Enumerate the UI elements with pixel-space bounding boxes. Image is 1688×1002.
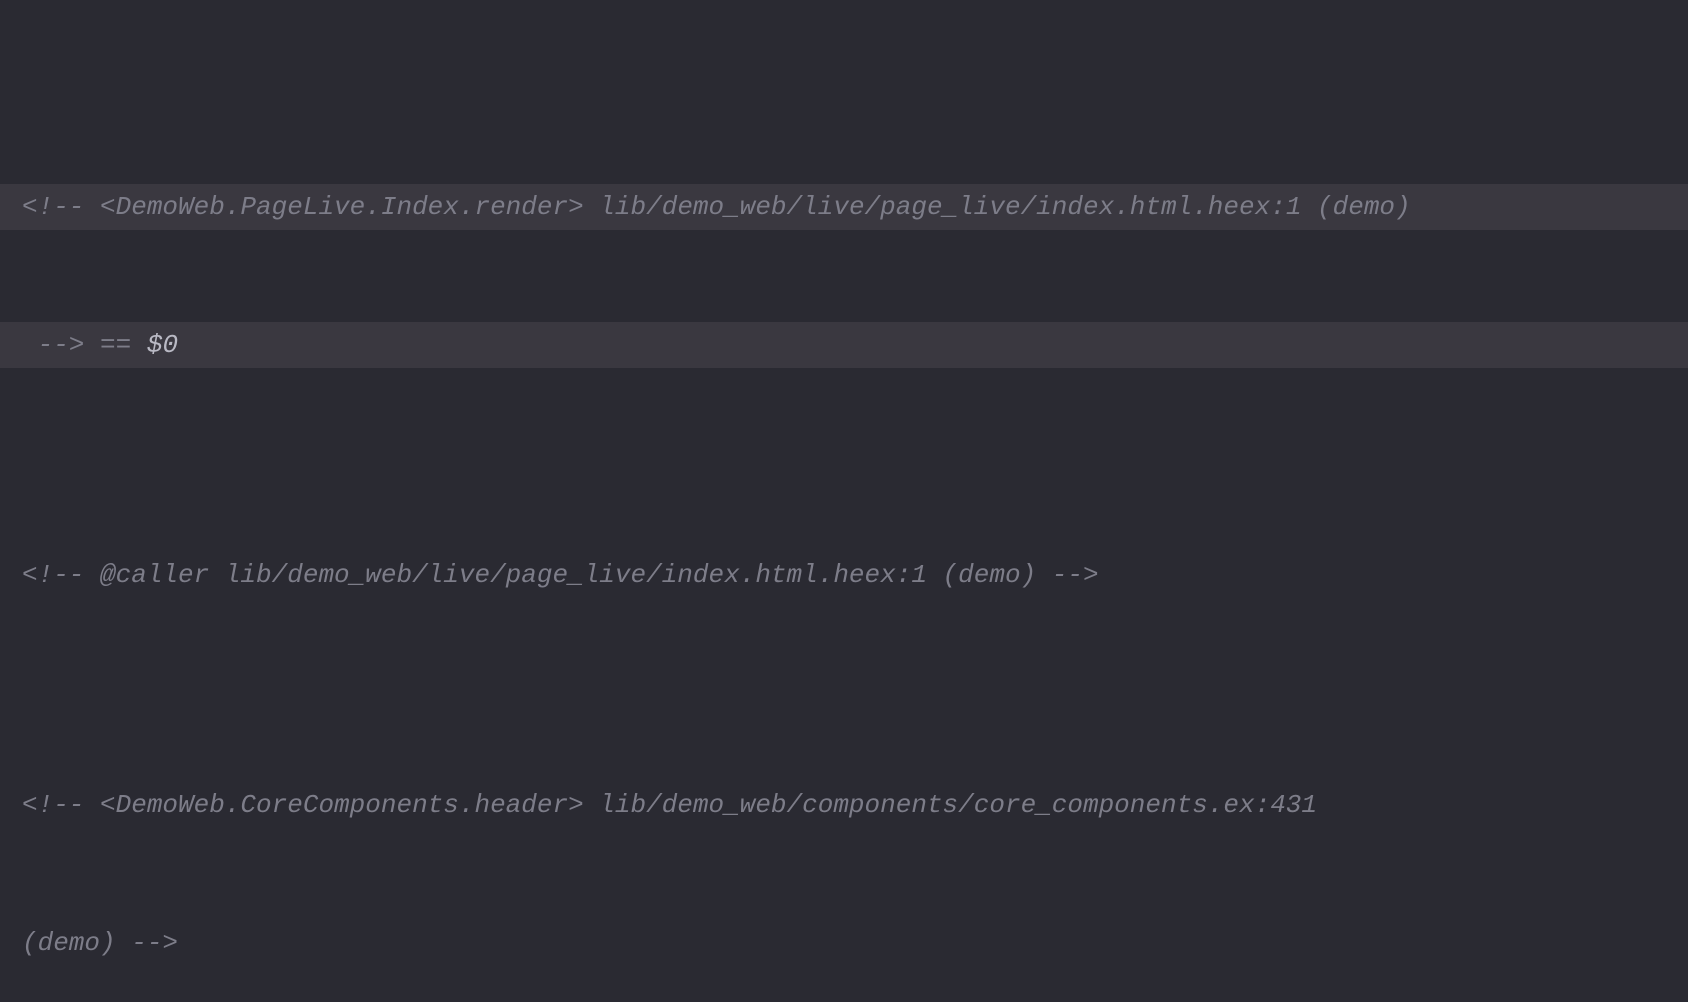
dollar-zero: $0: [147, 330, 178, 360]
dom-inspector-panel: <!-- <DemoWeb.PageLive.Index.render> lib…: [0, 0, 1688, 1002]
module-name: <DemoWeb.PageLive.Index.render>: [100, 192, 584, 222]
comment-open: <!--: [22, 192, 100, 222]
source-path: lib/demo_web/live/page_live/index.html.h…: [584, 192, 1411, 222]
selected-node-line-2[interactable]: --> == $0: [0, 322, 1688, 368]
header-component-comment-2[interactable]: (demo) -->: [0, 920, 1688, 966]
header-component-comment-1[interactable]: <!-- <DemoWeb.CoreComponents.header> lib…: [0, 782, 1688, 828]
equals: ==: [84, 330, 146, 360]
caller-comment-1[interactable]: <!-- @caller lib/demo_web/live/page_live…: [0, 552, 1688, 598]
selected-node-line-1[interactable]: <!-- <DemoWeb.PageLive.Index.render> lib…: [0, 184, 1688, 230]
comment-close: -->: [22, 330, 84, 360]
